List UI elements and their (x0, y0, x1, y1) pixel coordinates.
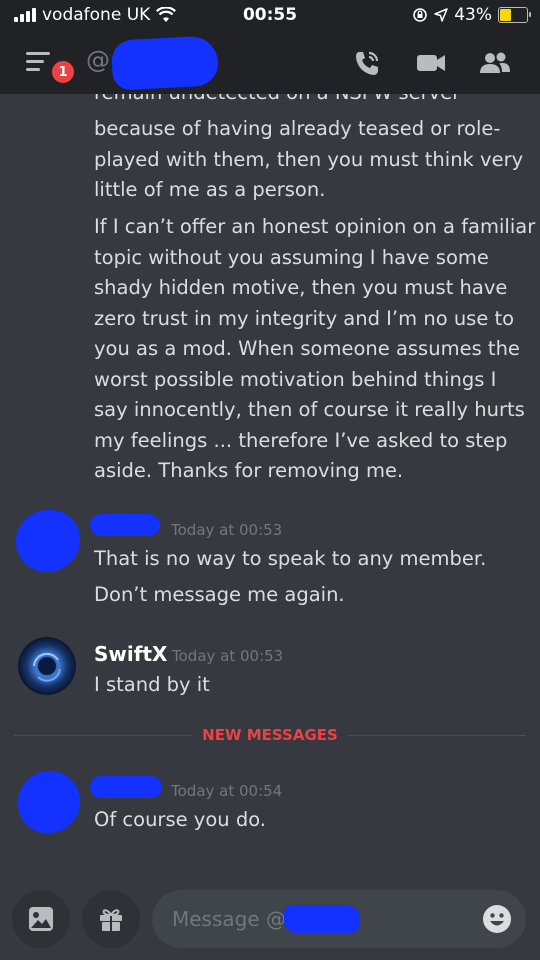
message-composer: Message @ (0, 878, 540, 960)
message-text: Of course you do. (94, 808, 266, 831)
video-icon[interactable] (414, 48, 448, 78)
emoji-icon[interactable] (482, 904, 512, 934)
message-placeholder: Message @ (172, 907, 287, 931)
notification-badge: 1 (50, 59, 76, 85)
message-line: aside. Thanks for removing me. (94, 459, 404, 482)
message-line: shady hidden motive, then you must have (94, 276, 508, 299)
gift-icon (100, 909, 122, 931)
message-line: If I can’t offer an honest opinion on a … (94, 215, 536, 238)
message-input[interactable]: Message @ (152, 890, 526, 948)
message-text: That is no way to speak to any member. (94, 547, 487, 570)
message-text: I stand by it (94, 673, 210, 696)
redacted-recipient (284, 905, 361, 933)
message-line: because of having already teased or role… (94, 117, 501, 140)
battery-icon (498, 7, 531, 23)
message-line: my feelings ... therefore I’ve asked to … (94, 429, 508, 452)
message-timestamp: Today at 00:53 (172, 647, 284, 665)
redacted-author[interactable] (90, 776, 162, 798)
message-author[interactable]: SwiftX (94, 642, 167, 666)
battery-percent: 43% (454, 5, 492, 25)
avatar[interactable] (18, 771, 80, 833)
at-icon: @ (86, 46, 110, 74)
message-line: little of me as a person. (94, 178, 326, 201)
location-icon (434, 8, 448, 22)
message-line: worst possible motivation behind things … (94, 368, 497, 391)
channel-header: 1 @ (0, 32, 540, 94)
message-list[interactable]: remain undetected on a NSFW server becau… (0, 94, 540, 878)
members-icon[interactable] (478, 48, 512, 78)
message-line: you as a mod. When someone assumes the (94, 337, 520, 360)
menu-icon[interactable] (26, 52, 52, 72)
message-timestamp: Today at 00:53 (171, 521, 283, 539)
call-icon[interactable] (350, 48, 384, 78)
status-right: 43% (412, 5, 531, 25)
battery-level (500, 9, 512, 21)
redacted-username (110, 35, 220, 91)
message-line: topic without you assuming I have some (94, 246, 489, 269)
message-line: zero trust in my integrity and I’m no us… (94, 307, 515, 330)
attach-image-button[interactable] (12, 890, 70, 948)
message-timestamp: Today at 00:54 (171, 782, 283, 800)
image-icon (29, 907, 53, 931)
new-messages-label: NEW MESSAGES (0, 726, 540, 744)
status-bar: vodafone UK 00:55 43% (0, 0, 540, 32)
avatar[interactable] (16, 510, 80, 572)
message-line: played with them, then you must think ve… (94, 148, 524, 171)
lock-rotation-icon (413, 8, 428, 22)
message-line: remain undetected on a NSFW server (94, 94, 460, 109)
redacted-author[interactable] (90, 514, 160, 536)
message-text: Don’t message me again. (94, 583, 345, 606)
avatar[interactable] (18, 637, 76, 695)
message-line: say innocently, then of course it really… (94, 398, 525, 421)
gift-button[interactable] (82, 890, 140, 948)
